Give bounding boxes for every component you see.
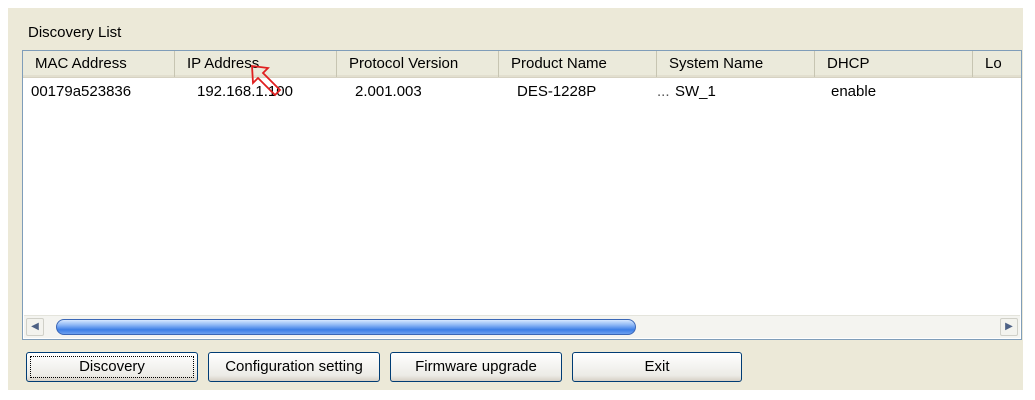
cell-mac: 00179a523836 bbox=[31, 83, 132, 100]
firmware-upgrade-button[interactable]: Firmware upgrade bbox=[390, 352, 562, 382]
scrollbar-thumb[interactable] bbox=[56, 319, 636, 335]
discovery-list[interactable]: MAC Address IP Address Protocol Version … bbox=[22, 50, 1022, 340]
column-header-mac[interactable]: MAC Address bbox=[23, 51, 175, 77]
column-header-dhcp[interactable]: DHCP bbox=[815, 51, 973, 77]
cell-system: SW_1 bbox=[675, 83, 716, 100]
configuration-setting-button[interactable]: Configuration setting bbox=[208, 352, 380, 382]
annotation-arrow-icon bbox=[251, 64, 282, 97]
column-header-system[interactable]: System Name bbox=[657, 51, 815, 77]
list-header: MAC Address IP Address Protocol Version … bbox=[23, 51, 1021, 78]
horizontal-scrollbar[interactable]: ◀ ▶ bbox=[24, 315, 1020, 338]
column-header-protocol[interactable]: Protocol Version bbox=[337, 51, 499, 77]
column-header-lo[interactable]: Lo bbox=[973, 51, 1021, 77]
cell-protocol: 2.001.003 bbox=[355, 83, 422, 100]
discovery-button[interactable]: Discovery bbox=[26, 352, 198, 382]
discovery-list-label: Discovery List bbox=[28, 24, 122, 41]
table-row[interactable]: 00179a523836 192.168.1.100 2.001.003 DES… bbox=[23, 81, 1021, 103]
scroll-left-icon[interactable]: ◀ bbox=[26, 318, 44, 336]
column-header-product[interactable]: Product Name bbox=[499, 51, 657, 77]
cell-dhcp: enable bbox=[831, 83, 877, 100]
scroll-right-icon[interactable]: ▶ bbox=[1000, 318, 1018, 336]
exit-button[interactable]: Exit bbox=[572, 352, 742, 382]
cell-product: DES-1228P bbox=[517, 83, 597, 100]
